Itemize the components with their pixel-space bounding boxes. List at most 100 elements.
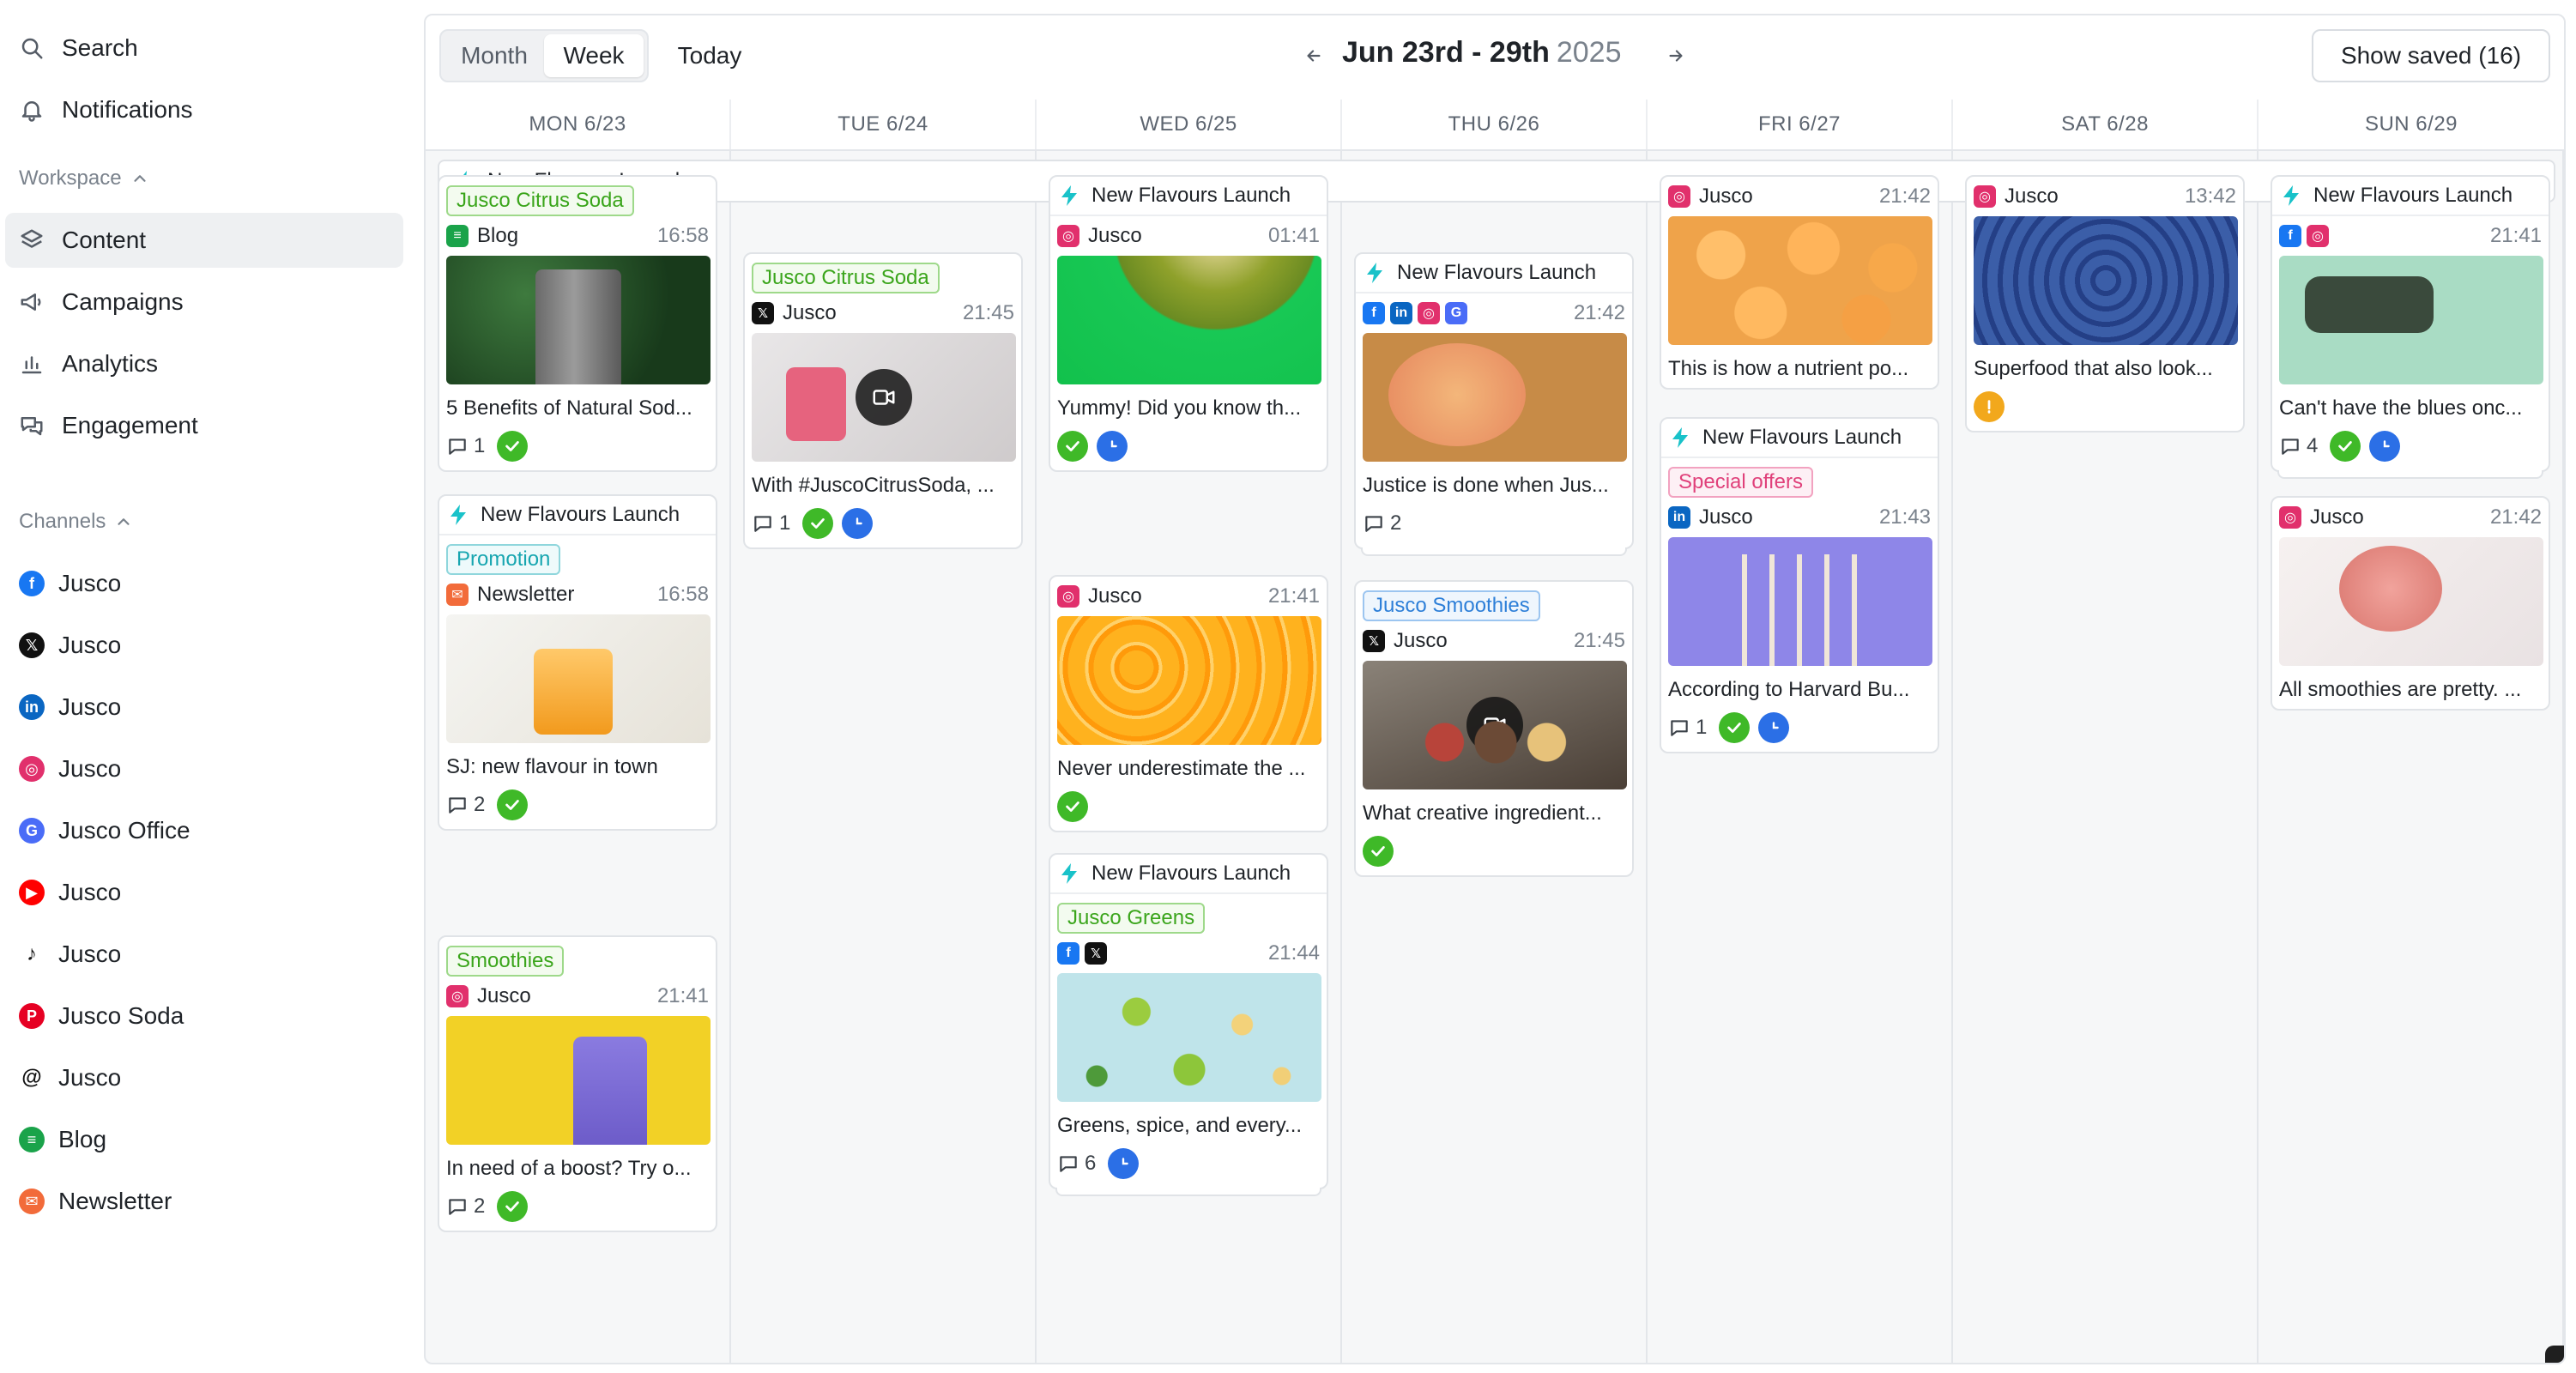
day-header: SAT 6/28	[1953, 100, 2259, 149]
month-view-button[interactable]: Month	[444, 34, 544, 77]
day-header: WED 6/25	[1037, 100, 1342, 149]
post-card[interactable]: New Flavours Launch Special offers in Jusco…	[1660, 417, 1939, 753]
date-range-text: Jun 23rd - 29th	[1342, 36, 1550, 69]
post-channel-row: 𝕏 Jusco 21:45	[1363, 621, 1625, 661]
sidebar-item-notifications[interactable]: Notifications	[5, 82, 403, 137]
post-image[interactable]	[446, 256, 711, 384]
post-card[interactable]: New Flavours Launch ◎ Jusco 01:41 Yummy! Did…	[1049, 175, 1328, 472]
post-tag[interactable]: Jusco Smoothies	[1363, 590, 1540, 621]
x-icon: 𝕏	[19, 632, 45, 658]
post-card[interactable]: Jusco Smoothies 𝕏 Jusco 21:45 What creative …	[1354, 580, 1634, 877]
post-card[interactable]: Smoothies ◎ Jusco 21:41 In need of a boost? …	[438, 935, 717, 1232]
post-image[interactable]	[1057, 616, 1321, 745]
post-card[interactable]: New Flavours Launch Promotion ✉ Newsletter 1…	[438, 494, 717, 831]
post-image[interactable]	[752, 333, 1016, 462]
week-view-button[interactable]: Week	[544, 34, 644, 77]
post-card[interactable]: ◎ Jusco 21:42 All smoothies are pretty. ...	[2271, 496, 2550, 711]
post-channel-name: Jusco	[1394, 629, 1448, 652]
post-image[interactable]	[1974, 216, 2238, 345]
post-image[interactable]	[1363, 333, 1627, 462]
post-tag[interactable]: Jusco Citrus Soda	[752, 263, 940, 293]
bolt-icon	[1061, 185, 1077, 206]
sidebar-item-campaigns[interactable]: Campaigns	[5, 275, 403, 330]
check-icon	[802, 508, 834, 539]
post-card[interactable]: ◎ Jusco 13:42 Superfood that also look...	[1965, 175, 2245, 432]
today-button[interactable]: Today	[662, 29, 757, 82]
post-card[interactable]: New Flavours Launch f ◎ 21:41 Can't have the…	[2271, 175, 2550, 479]
check-icon	[497, 1191, 529, 1222]
post-card[interactable]: New Flavours Launch Jusco Greens f 𝕏 21:44 Gr…	[1049, 853, 1328, 1196]
post-time: 21:41	[2489, 224, 2542, 247]
instagram-icon: ◎	[1668, 185, 1690, 208]
megaphone-icon	[19, 289, 45, 315]
post-card[interactable]: Jusco Citrus Soda 𝕏 Jusco 21:45 With #JuscoC…	[743, 252, 1023, 549]
channels-section-toggle[interactable]: Channels	[19, 510, 133, 534]
post-campaign-label: New Flavours Launch	[1091, 184, 1291, 207]
post-card[interactable]: Jusco Citrus Soda ≡ Blog 16:58 5 Benefits of…	[438, 175, 717, 472]
clock-icon	[1097, 431, 1128, 462]
post-caption: Never underestimate the ...	[1057, 757, 1306, 780]
post-image[interactable]	[2279, 537, 2543, 666]
post-image[interactable]	[446, 1016, 711, 1145]
workspace-label: Workspace	[19, 166, 122, 190]
sidebar-item-jusco[interactable]: 𝕏 Jusco	[5, 618, 403, 673]
sidebar-item-jusco[interactable]: @ Jusco	[5, 1050, 403, 1105]
post-image[interactable]	[1057, 256, 1321, 384]
sidebar-item-content[interactable]: Content	[5, 213, 403, 268]
post-tag[interactable]: Jusco Greens	[1057, 903, 1206, 934]
post-campaign-label: New Flavours Launch	[1091, 862, 1291, 885]
check-icon	[497, 789, 529, 820]
arrow-left-icon[interactable]	[1299, 41, 1328, 70]
post-time: 21:44	[1267, 941, 1320, 965]
comment-icon	[1365, 516, 1382, 532]
post-time: 21:42	[2489, 505, 2542, 529]
help-widget[interactable]	[2545, 1346, 2564, 1363]
post-image[interactable]	[446, 614, 711, 743]
sidebar-item-jusco[interactable]: in Jusco	[5, 680, 403, 735]
post-campaign-label: New Flavours Launch	[2313, 184, 2513, 207]
sidebar-item-jusco[interactable]: ◎ Jusco	[5, 741, 403, 796]
post-tag[interactable]: Jusco Citrus Soda	[446, 185, 634, 216]
sidebar-item-jusco-office[interactable]: G Jusco Office	[5, 803, 403, 858]
clock-icon	[1108, 1148, 1140, 1179]
sidebar-item-blog[interactable]: ≡ Blog	[5, 1112, 403, 1167]
post-meta: 1	[1668, 711, 1931, 745]
arrow-right-icon[interactable]	[1661, 41, 1690, 70]
post-image[interactable]	[1363, 661, 1627, 789]
post-image[interactable]	[2279, 256, 2543, 384]
sidebar-item-newsletter[interactable]: ✉ Newsletter	[5, 1174, 403, 1229]
post-image[interactable]	[1057, 973, 1321, 1102]
workspace-section-toggle[interactable]: Workspace	[19, 166, 149, 191]
sidebar-item-jusco[interactable]: f Jusco	[5, 556, 403, 611]
post-image[interactable]	[1668, 537, 1932, 666]
post-channel-row: ◎ Jusco 21:41	[446, 977, 709, 1016]
tiktok-icon: ♪	[19, 941, 45, 967]
post-image[interactable]	[1668, 216, 1932, 345]
show-saved-button[interactable]: Show saved (16)	[2312, 29, 2550, 82]
day-header: SUN 6/29	[2364, 112, 2458, 136]
post-card[interactable]: New Flavours Launch f in ◎ G 21:42 Justice is …	[1354, 252, 1634, 556]
post-tag[interactable]: Promotion	[446, 544, 561, 575]
post-tag[interactable]: Special offers	[1668, 467, 1813, 498]
sidebar-item-jusco[interactable]: ♪ Jusco	[5, 927, 403, 982]
post-channel-name: Jusco	[2005, 184, 2059, 208]
check-icon	[497, 431, 529, 462]
post-channel-name: Jusco	[2310, 505, 2364, 529]
sidebar-item-jusco-soda[interactable]: P Jusco Soda	[5, 989, 403, 1043]
sidebar-item-jusco[interactable]: ▶ Jusco	[5, 865, 403, 920]
post-card[interactable]: ◎ Jusco 21:42 This is how a nutrient po...	[1660, 175, 1939, 390]
video-icon	[1466, 697, 1523, 753]
sidebar-item-label: Jusco	[58, 693, 122, 720]
post-card[interactable]: ◎ Jusco 21:41 Never underestimate the ...	[1049, 575, 1328, 832]
comment-icon	[1671, 720, 1688, 736]
post-tag[interactable]: Smoothies	[446, 946, 565, 977]
post-channel-row: f 𝕏 21:44	[1057, 934, 1320, 973]
post-caption: What creative ingredient...	[1363, 801, 1602, 825]
instagram-icon: ◎	[1974, 185, 1996, 208]
sidebar-item-engagement[interactable]: Engagement	[5, 398, 403, 453]
post-channel-row: 𝕏 Jusco 21:45	[752, 293, 1014, 333]
sidebar-item-search[interactable]: Search	[5, 21, 403, 76]
sidebar-item-analytics[interactable]: Analytics	[5, 336, 403, 391]
week-grid: New Flavours Launch Jusco Citrus Soda ≡ Bl…	[426, 151, 2564, 1363]
post-channel-name: Newsletter	[477, 583, 575, 606]
